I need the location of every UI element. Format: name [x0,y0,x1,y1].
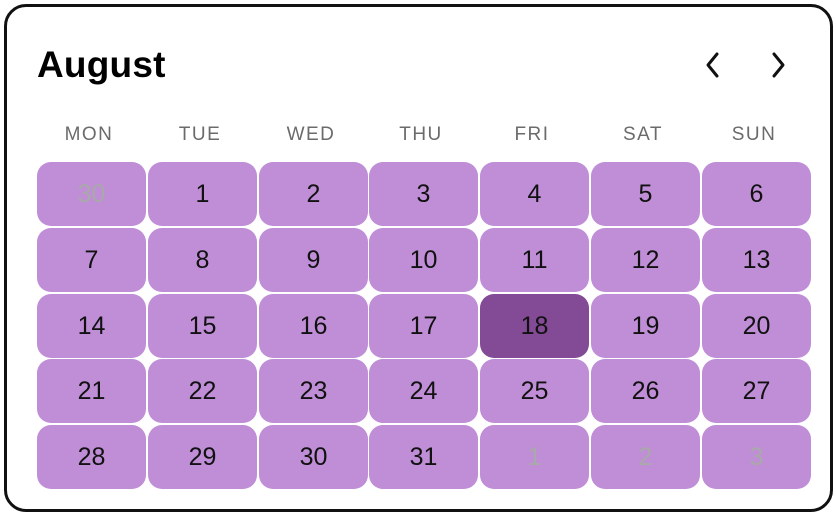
day-cell[interactable]: 11 [480,228,589,292]
weekday-label-thu: THU [399,124,443,145]
day-cell[interactable]: 24 [369,359,478,423]
day-cell[interactable]: 26 [591,359,700,423]
day-cell[interactable]: 31 [369,425,478,489]
day-cell[interactable]: 28 [37,425,146,489]
day-cell-adjacent-month[interactable]: 1 [480,425,589,489]
day-cell[interactable]: 1 [148,162,257,226]
weekday-label-sun: SUN [731,124,777,145]
day-cell[interactable]: 30 [259,425,368,489]
day-cell-adjacent-month[interactable]: 2 [591,425,700,489]
month-title: August [37,44,166,85]
day-cell-adjacent-month[interactable]: 30 [37,162,146,226]
weekday-label-mon: MON [64,124,114,145]
day-cell[interactable]: 7 [37,228,146,292]
day-cell[interactable]: 8 [148,228,257,292]
day-cell[interactable]: 2 [259,162,368,226]
previous-month-button[interactable] [693,45,733,85]
weekday-label-tue: TUE [178,124,222,145]
day-cell[interactable]: 6 [702,162,811,226]
day-cell[interactable]: 15 [148,294,257,358]
day-cell[interactable]: 16 [259,294,368,358]
day-cell[interactable]: 29 [148,425,257,489]
day-cell[interactable]: 5 [591,162,700,226]
day-cell[interactable]: 9 [259,228,368,292]
weekday-label-sat: SAT [622,124,664,145]
day-cell[interactable]: 22 [148,359,257,423]
day-cell[interactable]: 13 [702,228,811,292]
day-cell[interactable]: 4 [480,162,589,226]
day-cell[interactable]: 14 [37,294,146,358]
day-cell[interactable]: 21 [37,359,146,423]
weekday-label-fri: FRI [514,124,550,145]
chevron-left-icon [706,52,719,78]
day-cell[interactable]: 12 [591,228,700,292]
weekday-label-wed: WED [286,124,336,145]
day-cell[interactable]: 23 [259,359,368,423]
day-cell[interactable]: 25 [480,359,589,423]
day-cell-adjacent-month[interactable]: 3 [702,425,811,489]
day-cell-selected[interactable]: 18 [480,294,589,358]
next-month-button[interactable] [758,45,798,85]
chevron-right-icon [772,52,785,78]
day-cell[interactable]: 10 [369,228,478,292]
day-grid: 30 1 2 3 4 5 6 7 8 9 10 11 12 13 14 15 16 17 18 19 20 21 22 23 2… [37,162,813,492]
day-cell[interactable]: 20 [702,294,811,358]
day-cell[interactable]: 27 [702,359,811,423]
day-cell[interactable]: 17 [369,294,478,358]
calendar-card: August MON TUE WED THU FRI SAT SUN 30 1 2 3 4 5 6 7 8 9… [4,4,833,512]
day-cell[interactable]: 3 [369,162,478,226]
day-cell[interactable]: 19 [591,294,700,358]
